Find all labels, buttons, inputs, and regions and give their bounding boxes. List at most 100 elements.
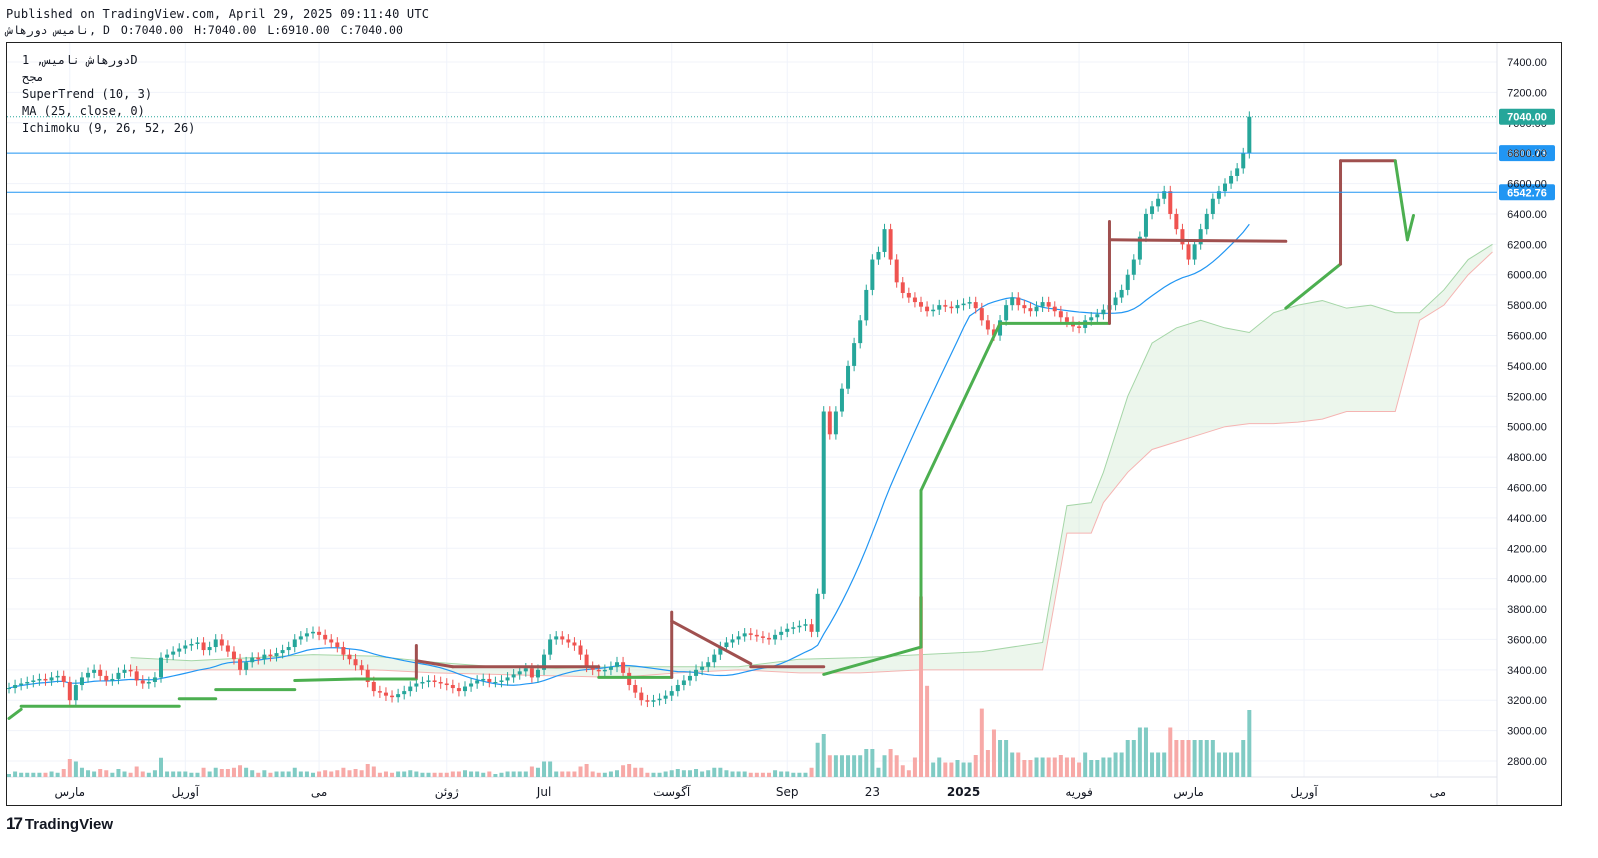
candle: [25, 676, 30, 689]
candle-body: [244, 662, 249, 670]
candle: [1192, 239, 1197, 265]
candle: [152, 672, 157, 688]
volume-bar: [961, 762, 966, 777]
candle: [1010, 292, 1015, 311]
candle-body: [687, 675, 692, 681]
volume-bar: [329, 771, 334, 777]
candle-body: [785, 628, 790, 632]
legend-ma[interactable]: MA (25, close, 0): [22, 104, 145, 118]
legend-ichimoku[interactable]: Ichimoku (9, 26, 52, 26): [22, 121, 195, 135]
price-chart[interactable]: 6800.736542.767400.007200.007000.006800.…: [7, 43, 1561, 805]
candle-body: [438, 681, 443, 684]
candle-body: [694, 669, 699, 676]
candle-body: [864, 289, 869, 321]
candle: [450, 679, 455, 694]
candle: [499, 675, 504, 688]
x-tick-label: Jul: [536, 785, 551, 799]
volume-bar: [79, 767, 84, 777]
candle-body: [1168, 191, 1173, 214]
candle-body: [146, 681, 151, 684]
candle-body: [985, 320, 990, 330]
candle: [104, 670, 109, 686]
volume-bar: [365, 764, 370, 777]
candle-body: [238, 659, 243, 670]
volume-bar: [207, 771, 212, 777]
x-tick-label: مارس: [1173, 785, 1204, 800]
volume-bar: [833, 755, 838, 777]
candle-body: [578, 645, 583, 655]
candle: [1046, 296, 1051, 312]
candle-body: [79, 677, 84, 686]
volume-bar: [967, 762, 972, 777]
volume-bar: [1095, 760, 1100, 777]
volume-bar: [1174, 740, 1179, 777]
candle: [681, 675, 686, 691]
candle-body: [122, 669, 127, 673]
candle-body: [140, 680, 145, 684]
y-tick-label: 4600.00: [1507, 482, 1547, 494]
symbol-name: ناميس دورهاش, D: [6, 23, 110, 37]
candle: [560, 631, 565, 645]
candle: [839, 383, 844, 417]
volume-bar: [1046, 757, 1051, 777]
candle: [1229, 170, 1234, 189]
y-tick-label: 4400.00: [1507, 513, 1547, 525]
candle-body: [323, 634, 328, 640]
candle-body: [870, 259, 875, 290]
candle: [98, 664, 103, 682]
y-tick-label: 5200.00: [1507, 391, 1547, 403]
candle: [238, 653, 243, 676]
volume-bar: [590, 771, 595, 777]
volume-bar: [912, 757, 917, 777]
candle: [1113, 292, 1118, 311]
candle-body: [529, 668, 534, 678]
candle: [298, 631, 303, 645]
supertrend-segment: [293, 677, 358, 682]
volume-bar: [1204, 740, 1209, 777]
candle: [657, 693, 662, 706]
x-tick-label: 2025: [947, 785, 980, 799]
candle-body: [827, 411, 832, 435]
volume-bar: [712, 767, 717, 777]
volume-bar: [639, 767, 644, 777]
candle: [651, 694, 656, 708]
candle-body: [134, 671, 139, 681]
volume-bar: [578, 766, 583, 777]
volume-bar: [1210, 740, 1215, 777]
candle-body: [1016, 297, 1021, 306]
candle-body: [359, 665, 364, 670]
candle-body: [456, 688, 461, 692]
candle-body: [821, 411, 826, 594]
x-tick-label: فوریه: [1065, 785, 1093, 800]
volume-bar: [244, 767, 249, 777]
candle: [1156, 193, 1161, 212]
volume-bar: [827, 755, 832, 777]
candle-body: [195, 642, 200, 644]
volume-bar: [730, 771, 735, 777]
volume-bar: [846, 755, 851, 777]
candle: [37, 673, 42, 686]
candle-body: [742, 633, 747, 637]
volume-bar: [1107, 757, 1112, 777]
candle: [548, 634, 553, 660]
y-tick-label: 3800.00: [1507, 604, 1547, 616]
candle: [833, 406, 838, 440]
candle-body: [724, 642, 729, 648]
volume-bar: [1004, 740, 1009, 777]
volume-bar: [1077, 762, 1082, 777]
candle: [1137, 231, 1142, 265]
volume-bar: [718, 767, 723, 777]
volume-bar: [1064, 757, 1069, 777]
candle-body: [268, 654, 273, 657]
candle-body: [1229, 175, 1234, 184]
tradingview-logo-text: TradingView: [24, 815, 114, 833]
volume-bar: [469, 771, 474, 777]
y-tick-label: 3400.00: [1507, 665, 1547, 677]
candle-body: [949, 306, 954, 309]
volume-bar: [608, 771, 613, 777]
chart-frame[interactable]: 6800.736542.767400.007200.007000.006800.…: [6, 42, 1562, 806]
volume-bar: [426, 772, 431, 777]
legend-supertrend[interactable]: SuperTrend (10, 3): [22, 87, 152, 101]
volume-bar: [548, 761, 553, 777]
candle: [919, 296, 923, 312]
